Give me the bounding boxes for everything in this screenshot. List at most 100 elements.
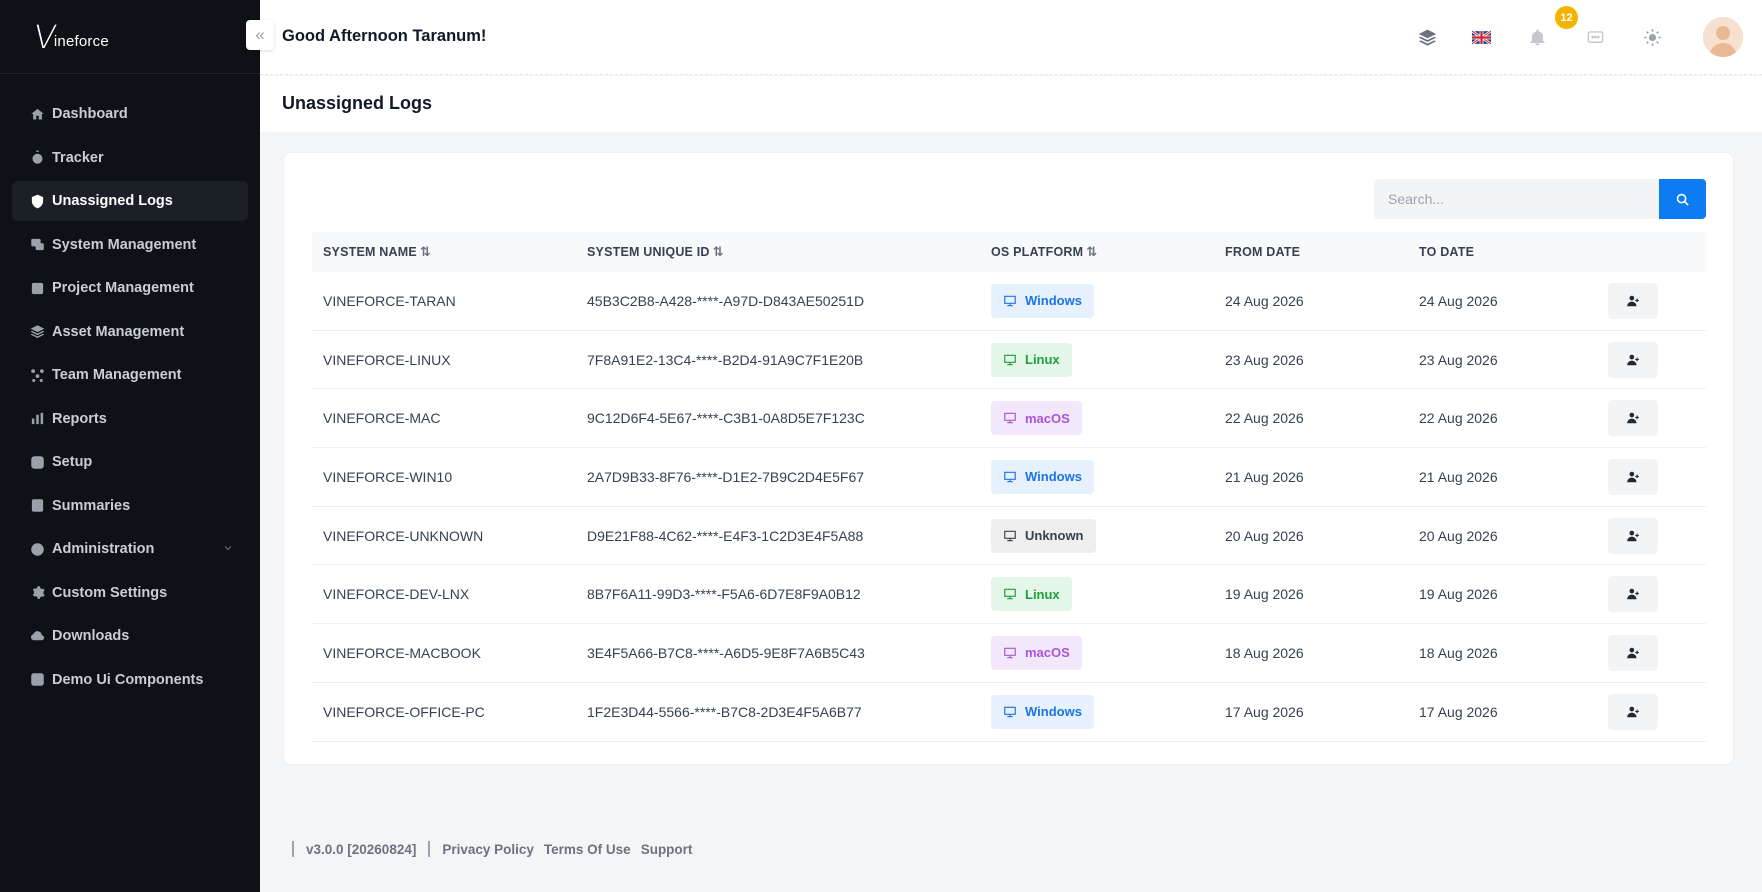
os-badge: Windows xyxy=(991,283,1094,318)
sort-icon[interactable]: ⇅ xyxy=(1086,244,1097,259)
monitor-icon xyxy=(1004,647,1016,659)
assign-user-button[interactable] xyxy=(1608,458,1658,495)
from-date-cell: 24 Aug 2026 xyxy=(1225,292,1304,309)
sidebar-item-dashboard[interactable]: Dashboard xyxy=(12,94,248,134)
page-title: Unassigned Logs xyxy=(282,93,433,113)
sidebar-item-demo-ui-components[interactable]: Demo Ui Components xyxy=(12,660,248,700)
sidebar-item-label: Administration xyxy=(52,541,155,557)
log-icon xyxy=(30,194,45,209)
sidebar-item-system-management[interactable]: System Management xyxy=(12,225,248,265)
sidebar-item-administration[interactable]: Administration xyxy=(12,529,248,569)
user-avatar[interactable] xyxy=(1703,17,1743,57)
brand-logo[interactable]: V ineforce xyxy=(0,0,260,74)
sidebar-item-summaries[interactable]: Summaries xyxy=(12,486,248,526)
sun-icon[interactable] xyxy=(1641,26,1663,48)
os-platform-cell: macOS xyxy=(980,401,1214,436)
monitor-icon xyxy=(1004,354,1016,365)
table-row: VINEFORCE-MACBOOK 3E4F5A66-B7C8-****-A6D5… xyxy=(312,624,1706,683)
search-input[interactable] xyxy=(1374,179,1662,219)
assign-user-button[interactable] xyxy=(1608,400,1658,437)
logs-card: SYSTEM NAME⇅ SYSTEM UNIQUE ID⇅ OS PLATFO… xyxy=(283,152,1734,765)
column-header-os-platform[interactable]: OS PLATFORM ⇅ xyxy=(980,244,1214,260)
chat-icon[interactable] xyxy=(1584,26,1606,48)
bell-icon[interactable] xyxy=(1526,26,1548,48)
system-unique-id-cell: 3E4F5A66-B7C8-****-A6D5-9E8F7A6B5C43 xyxy=(587,644,865,661)
os-badge: macOS xyxy=(991,635,1082,670)
sidebar-item-custom-settings[interactable]: Custom Settings xyxy=(12,573,248,613)
sidebar-item-setup[interactable]: Setup xyxy=(12,442,248,482)
from-date-cell: 20 Aug 2026 xyxy=(1225,527,1304,544)
system-icon xyxy=(30,237,45,252)
sidebar-item-project-management[interactable]: Project Management xyxy=(12,268,248,308)
sidebar-item-label: Unassigned Logs xyxy=(52,193,173,209)
actions-cell xyxy=(1608,458,1706,495)
user-add-icon xyxy=(1627,354,1639,365)
table-row: VINEFORCE-UNKNOWN D9E21F88-4C62-****-E4F3… xyxy=(312,507,1706,566)
summary-icon xyxy=(30,498,45,513)
assign-user-button[interactable] xyxy=(1608,576,1658,613)
system-name-cell: VINEFORCE-OFFICE-PC xyxy=(323,703,485,720)
system-name-cell: VINEFORCE-MACBOOK xyxy=(323,644,481,661)
assign-user-button[interactable] xyxy=(1608,517,1658,554)
footer-divider xyxy=(292,841,294,857)
os-badge: Linux xyxy=(991,342,1072,377)
assign-user-button[interactable] xyxy=(1608,634,1658,671)
column-header-system-name[interactable]: SYSTEM NAME ⇅ xyxy=(312,244,576,260)
actions-cell xyxy=(1608,693,1706,730)
assign-user-button[interactable] xyxy=(1608,693,1658,730)
os-badge: macOS xyxy=(991,401,1082,436)
from-date-cell: 19 Aug 2026 xyxy=(1225,586,1304,603)
uk-flag-icon[interactable] xyxy=(1470,26,1492,48)
layers-icon[interactable] xyxy=(1416,26,1438,48)
sidebar-nav: Dashboard Tracker Unassigned Logs System Ma… xyxy=(0,74,260,700)
os-badge: Linux xyxy=(991,577,1072,612)
sidebar-item-downloads[interactable]: Downloads xyxy=(12,616,248,656)
monitor-icon xyxy=(1004,412,1016,424)
to-date-cell: 17 Aug 2026 xyxy=(1419,703,1498,720)
search-icon xyxy=(1676,193,1689,206)
os-badge: Unknown xyxy=(991,518,1096,553)
sidebar-item-asset-management[interactable]: Asset Management xyxy=(12,312,248,352)
search-button[interactable] xyxy=(1659,179,1706,219)
support-link[interactable]: Support xyxy=(641,842,693,857)
privacy-policy-link[interactable]: Privacy Policy xyxy=(442,842,534,857)
table-body: VINEFORCE-TARAN 45B3C2B8-A428-****-A97D-D… xyxy=(312,272,1706,742)
assign-user-button[interactable] xyxy=(1608,282,1658,319)
system-name-cell: VINEFORCE-UNKNOWN xyxy=(323,527,484,544)
monitor-icon xyxy=(1004,706,1016,717)
to-date-cell: 21 Aug 2026 xyxy=(1419,468,1498,485)
from-date-cell: 17 Aug 2026 xyxy=(1225,703,1304,720)
sidebar-item-label: Dashboard xyxy=(52,106,128,122)
sidebar-item-label: Custom Settings xyxy=(52,584,168,601)
collapse-sidebar-button[interactable]: « xyxy=(246,20,274,50)
user-add-icon xyxy=(1627,530,1639,541)
monitor-icon xyxy=(1004,530,1016,541)
terms-of-use-link[interactable]: Terms Of Use xyxy=(544,842,631,857)
greeting-text: Good Afternoon Taranum! xyxy=(282,27,487,45)
from-date-cell: 21 Aug 2026 xyxy=(1225,468,1304,485)
sidebar-item-team-management[interactable]: Team Management xyxy=(12,355,248,395)
sidebar-item-reports[interactable]: Reports xyxy=(12,399,248,439)
os-platform-cell: macOS xyxy=(980,635,1214,670)
team-icon xyxy=(30,368,45,383)
sort-icon[interactable]: ⇅ xyxy=(420,244,431,259)
sort-icon[interactable]: ⇅ xyxy=(713,244,724,259)
sidebar-item-tracker[interactable]: Tracker xyxy=(12,138,248,178)
monitor-icon xyxy=(1004,471,1016,483)
sidebar-item-unassigned-logs[interactable]: Unassigned Logs xyxy=(12,181,248,221)
sidebar-item-label: Team Management xyxy=(52,367,182,383)
column-header-from-date: FROM DATE xyxy=(1225,245,1301,259)
table-row: VINEFORCE-OFFICE-PC 1F2E3D44-5566-****-B7… xyxy=(312,683,1706,742)
top-header: Good Afternoon Taranum! 12 xyxy=(260,0,1762,75)
components-icon xyxy=(30,672,45,687)
actions-cell xyxy=(1608,576,1706,613)
os-platform-cell: Windows xyxy=(980,283,1214,318)
os-platform-cell: Windows xyxy=(980,694,1214,729)
table-row: VINEFORCE-WIN10 2A7D9B33-8F76-****-D1E2-7… xyxy=(312,448,1706,507)
sidebar-item-label: Asset Management xyxy=(52,323,185,340)
to-date-cell: 19 Aug 2026 xyxy=(1419,586,1498,603)
os-badge: Windows xyxy=(991,694,1094,729)
assign-user-button[interactable] xyxy=(1608,341,1658,378)
column-header-system-unique-id[interactable]: SYSTEM UNIQUE ID ⇅ xyxy=(576,244,980,260)
system-name-cell: VINEFORCE-MAC xyxy=(323,410,441,427)
